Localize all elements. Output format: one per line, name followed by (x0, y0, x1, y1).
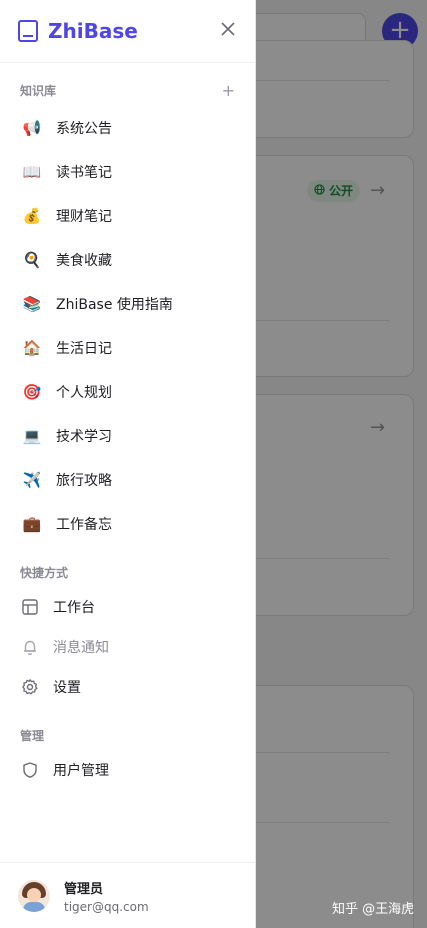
knowledge-base-item[interactable]: 📖 读书笔记 (0, 150, 255, 194)
user-email: tiger@qq.com (64, 899, 149, 914)
shield-icon (21, 761, 39, 779)
gear-icon (21, 678, 39, 696)
user-name: 管理员 (64, 881, 104, 897)
nav-item-notifications[interactable]: 消息通知 (0, 627, 255, 667)
knowledge-base-item[interactable]: 🏠 生活日记 (0, 326, 255, 370)
nav-item-label: 工作台 (53, 600, 95, 616)
knowledge-base-item[interactable]: 📢 系统公告 (0, 106, 255, 150)
nav-item-user-management[interactable]: 用户管理 (0, 750, 255, 790)
laptop-icon: 💻 (22, 427, 42, 445)
nav-item-label: 消息通知 (53, 640, 109, 656)
watermark: 知乎 @王海虎 (332, 902, 415, 917)
bell-icon (21, 638, 39, 656)
shortcut-list: 工作台 消息通知 设置 (0, 587, 255, 707)
knowledge-base-label: 读书笔记 (56, 165, 112, 181)
knowledge-base-item[interactable]: 💼 工作备忘 (0, 502, 255, 546)
manage-section-title: 管理 (20, 729, 45, 743)
shortcut-section-title: 快捷方式 (20, 566, 69, 580)
drawer-header: ZhiBase (0, 0, 255, 63)
knowledge-base-item[interactable]: 🎯 个人规划 (0, 370, 255, 414)
book-logo-icon (18, 20, 38, 42)
knowledge-base-item[interactable]: 💰 理财笔记 (0, 194, 255, 238)
money-bag-icon: 💰 (22, 207, 42, 225)
knowledge-base-label: 技术学习 (56, 429, 112, 445)
nav-item-label: 设置 (53, 680, 81, 696)
close-icon[interactable] (219, 21, 237, 39)
knowledge-base-label: 旅行攻略 (56, 473, 112, 489)
add-knowledge-base-button[interactable]: + (222, 81, 235, 100)
knowledge-base-list: 📢 系统公告 📖 读书笔记 💰 理财笔记 🍳 美食收藏 📚 ZhiBase 使用指南 🏠 生… (0, 106, 255, 546)
books-icon: 📚 (22, 295, 42, 313)
open-book-icon: 📖 (22, 163, 42, 181)
knowledge-base-item[interactable]: 💻 技术学习 (0, 414, 255, 458)
house-icon: 🏠 (22, 339, 42, 357)
knowledge-base-item[interactable]: ✈️ 旅行攻略 (0, 458, 255, 502)
nav-item-label: 用户管理 (53, 763, 109, 779)
nav-item-settings[interactable]: 设置 (0, 667, 255, 707)
knowledge-base-label: 个人规划 (56, 385, 112, 401)
knowledge-base-item[interactable]: 📚 ZhiBase 使用指南 (0, 282, 255, 326)
frying-pan-icon: 🍳 (22, 251, 42, 269)
manage-list: 用户管理 (0, 750, 255, 790)
avatar (18, 879, 50, 912)
knowledge-base-section-header: 知识库 + (0, 81, 255, 100)
sidebar-drawer: ZhiBase 知识库 + 📢 系统公告 📖 读书笔记 💰 理财笔记 🍳 美食收藏 📚 Z… (0, 0, 256, 928)
knowledge-base-label: 生活日记 (56, 341, 112, 357)
app-logo-text: ZhiBase (48, 19, 138, 43)
knowledge-base-item[interactable]: 🍳 美食收藏 (0, 238, 255, 282)
knowledge-base-label: 系统公告 (56, 121, 112, 137)
knowledge-base-label: ZhiBase 使用指南 (56, 297, 173, 313)
nav-item-workspace[interactable]: 工作台 (0, 587, 255, 627)
layout-icon (21, 598, 39, 616)
knowledge-base-section-title: 知识库 (20, 83, 57, 98)
knowledge-base-label: 工作备忘 (56, 517, 112, 533)
knowledge-base-label: 理财笔记 (56, 209, 112, 225)
briefcase-icon: 💼 (22, 515, 42, 533)
airplane-icon: ✈️ (22, 471, 42, 489)
target-icon: 🎯 (22, 383, 42, 401)
knowledge-base-label: 美食收藏 (56, 253, 112, 269)
user-profile[interactable]: 管理员 tiger@qq.com (0, 862, 256, 928)
user-info: 管理员 tiger@qq.com (64, 878, 149, 914)
megaphone-icon: 📢 (22, 119, 42, 137)
